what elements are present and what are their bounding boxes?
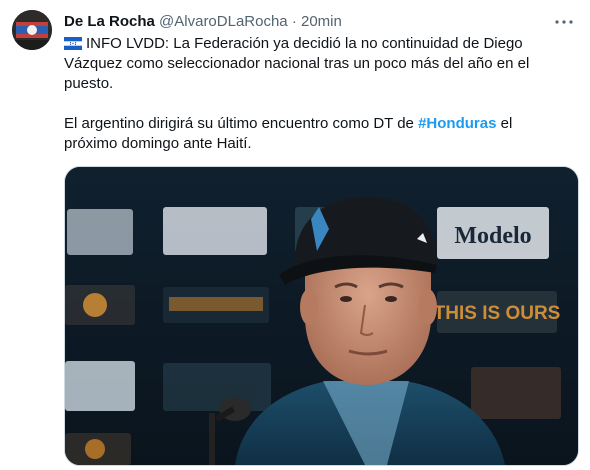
tweet-media-photo[interactable]: Modelo THIS IS OURS: [64, 166, 579, 466]
hashtag-link[interactable]: #Honduras: [418, 115, 496, 132]
tweet-header: De La Rocha @AlvaroDLaRocha · 20min: [64, 12, 550, 32]
header-separator: ·: [291, 13, 297, 30]
honduras-flag-icon: [64, 37, 82, 50]
author-handle[interactable]: @AlvaroDLaRocha: [159, 13, 288, 30]
tweet-text-p1: INFO LVDD: La Federación ya decidió la n…: [64, 35, 530, 92]
tweet-timestamp[interactable]: 20min: [301, 13, 342, 30]
backdrop-label-slogan: THIS IS OURS: [434, 303, 561, 324]
tweet-paragraph-1: INFO LVDD: La Federación ya decidió la n…: [64, 34, 554, 94]
more-horizontal-icon: [555, 20, 573, 24]
press-conference-photo: Modelo THIS IS OURS: [65, 167, 578, 465]
tweet: De La Rocha @AlvaroDLaRocha · 20min INFO…: [0, 0, 590, 470]
more-options-button[interactable]: [552, 10, 576, 34]
backdrop-label-modelo: Modelo: [454, 223, 531, 249]
tweet-paragraph-2: El argentino dirigirá su último encuentr…: [64, 114, 554, 154]
tweet-text-p2-before: El argentino dirigirá su último encuentr…: [64, 115, 419, 132]
author-name[interactable]: De La Rocha: [64, 13, 155, 30]
avatar-image: [12, 10, 52, 50]
author-avatar[interactable]: [12, 10, 52, 50]
tweet-text: INFO LVDD: La Federación ya decidió la n…: [64, 34, 554, 154]
